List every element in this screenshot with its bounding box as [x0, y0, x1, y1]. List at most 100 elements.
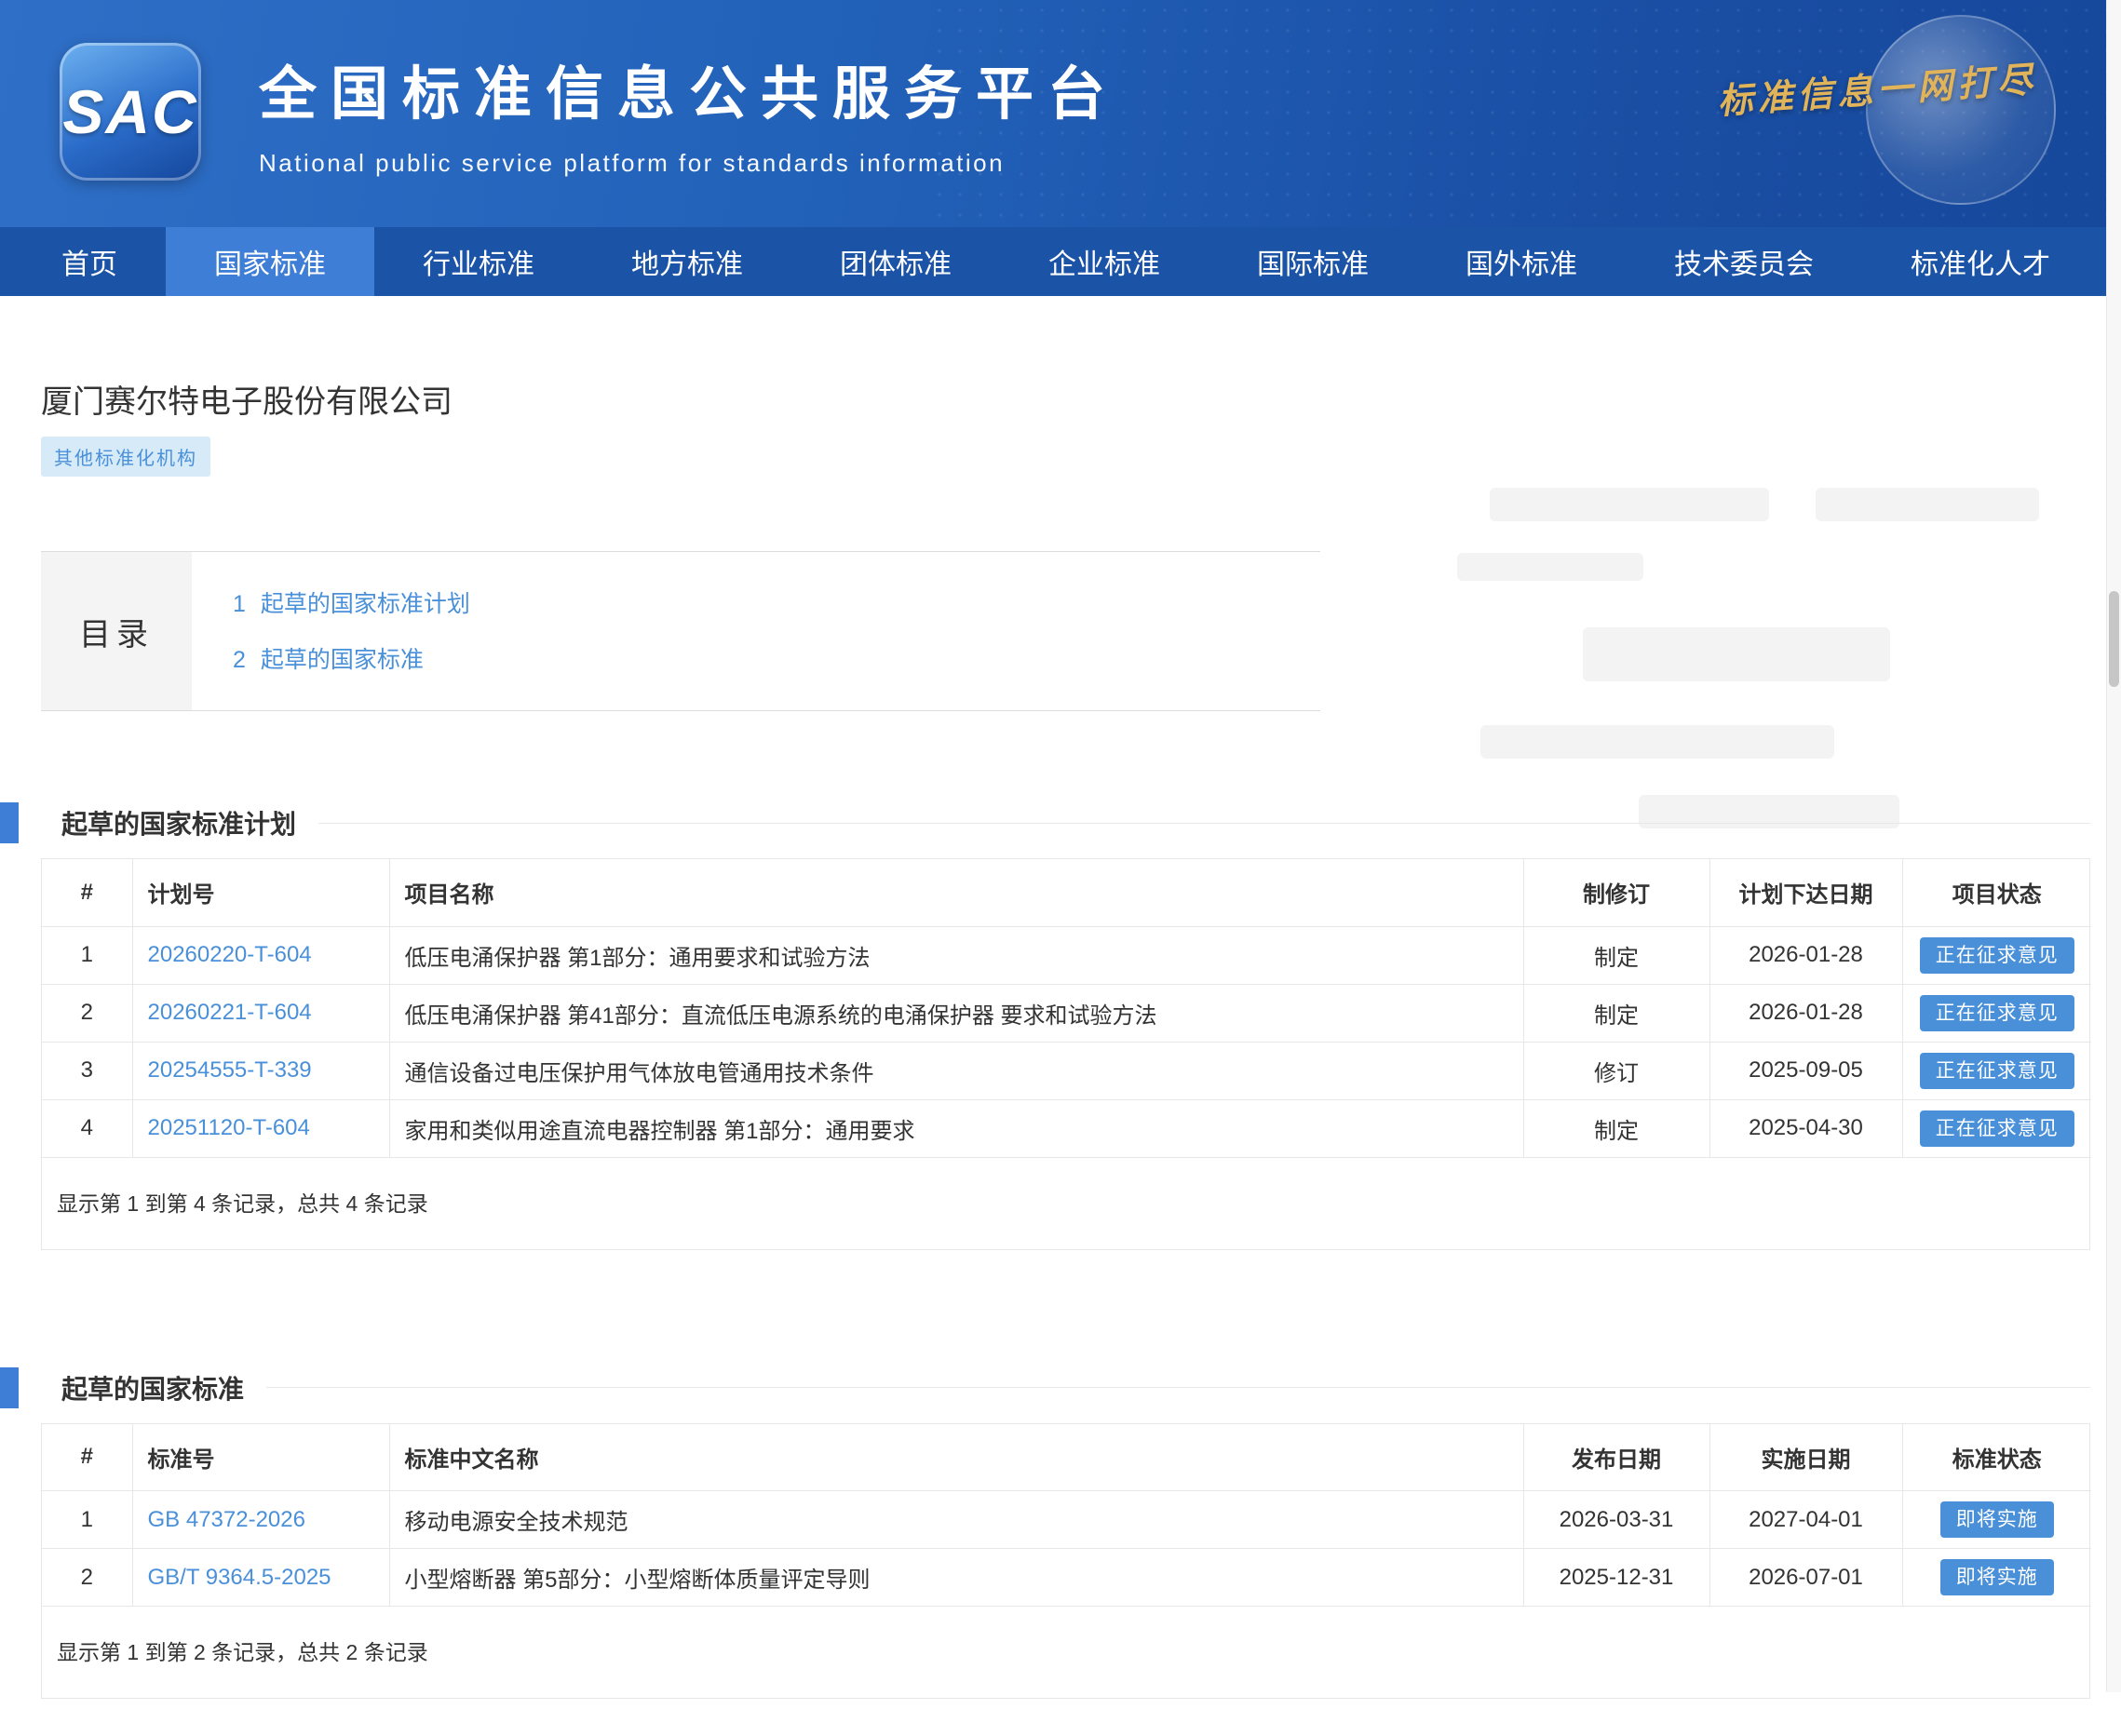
revision-type-cell: 制定 [1523, 1099, 1709, 1157]
toc-item-label: 起草的国家标准 [261, 647, 424, 673]
table-row: 2 20260221-T-604 低压电涌保护器 第41部分：直流低压电源系统的… [42, 984, 2091, 1042]
issue-date-cell: 2026-01-28 [1709, 984, 1902, 1042]
standard-no-cell: GB/T 9364.5-2025 [132, 1549, 389, 1607]
revision-type-cell: 制定 [1523, 984, 1709, 1042]
site-title: 全国标准信息公共服务平台 [259, 47, 1119, 130]
background-artifact [1816, 488, 2039, 521]
project-name-cell: 低压电涌保护器 第41部分：直流低压电源系统的电涌保护器 要求和试验方法 [389, 984, 1523, 1042]
revision-type-cell: 制定 [1523, 926, 1709, 984]
col-header-publish-date: 发布日期 [1523, 1424, 1709, 1491]
standard-name-cell: 小型熔断器 第5部分：小型熔断体质量评定导则 [389, 1549, 1523, 1607]
table-row: 3 20254555-T-339 通信设备过电压保护用气体放电管通用技术条件 修… [42, 1042, 2091, 1099]
status-badge[interactable]: 即将实施 [1940, 1501, 2054, 1538]
background-artifact [1480, 725, 1834, 759]
row-index: 4 [42, 1099, 132, 1157]
site-title-block: 全国标准信息公共服务平台 National public service pla… [259, 47, 1119, 178]
standard-number-link[interactable]: GB/T 9364.5-2025 [148, 1565, 331, 1590]
col-header-standard-no: 标准号 [132, 1424, 389, 1491]
status-cell: 即将实施 [1902, 1491, 2091, 1549]
toc-item-label: 起草的国家标准计划 [261, 591, 470, 617]
section-rule [266, 1387, 2090, 1388]
col-header-implement-date: 实施日期 [1709, 1424, 1902, 1491]
plan-number-link[interactable]: 20260221-T-604 [148, 1000, 312, 1025]
nav-item-home[interactable]: 首页 [13, 227, 166, 296]
nav-item-group-standards[interactable]: 团体标准 [791, 227, 1000, 296]
nav-item-national-standards[interactable]: 国家标准 [166, 227, 374, 296]
standard-table: # 标准号 标准中文名称 发布日期 实施日期 标准状态 1 GB 47372-2… [42, 1424, 2091, 1608]
main-nav: 首页 国家标准 行业标准 地方标准 团体标准 企业标准 国际标准 国外标准 技术… [0, 227, 2121, 296]
project-name-cell: 家用和类似用途直流电器控制器 第1部分：通用要求 [389, 1099, 1523, 1157]
nav-item-foreign-standards[interactable]: 国外标准 [1417, 227, 1626, 296]
toc-item-number: 1 [233, 591, 246, 617]
col-header-index: # [42, 1424, 132, 1491]
plan-no-cell: 20254555-T-339 [132, 1042, 389, 1099]
page-content: 厦门赛尔特电子股份有限公司 其他标准化机构 目录 1起草的国家标准计划 2起草的… [0, 376, 2121, 1736]
row-index: 1 [42, 1491, 132, 1549]
col-header-revision-type: 制修订 [1523, 859, 1709, 926]
toc-item-number: 2 [233, 647, 246, 673]
background-artifact [1490, 488, 1769, 521]
standard-number-link[interactable]: GB 47372-2026 [148, 1507, 305, 1532]
site-subtitle: National public service platform for sta… [259, 149, 1119, 178]
standard-no-cell: GB 47372-2026 [132, 1491, 389, 1549]
nav-item-technical-committees[interactable]: 技术委员会 [1626, 227, 1862, 296]
table-row: 1 20260220-T-604 低压电涌保护器 第1部分：通用要求和试验方法 … [42, 926, 2091, 984]
plan-no-cell: 20260221-T-604 [132, 984, 389, 1042]
nav-item-local-standards[interactable]: 地方标准 [583, 227, 791, 296]
col-header-standard-status: 标准状态 [1902, 1424, 2091, 1491]
nav-item-enterprise-standards[interactable]: 企业标准 [1000, 227, 1209, 296]
nav-item-industry-standards[interactable]: 行业标准 [374, 227, 583, 296]
plan-table: # 计划号 项目名称 制修订 计划下达日期 项目状态 1 20260220-T-… [42, 859, 2091, 1158]
table-header-row: # 计划号 项目名称 制修订 计划下达日期 项目状态 [42, 859, 2091, 926]
toc-title: 目录 [41, 552, 192, 710]
scrollbar[interactable] [2106, 0, 2121, 1692]
issue-date-cell: 2025-04-30 [1709, 1099, 1902, 1157]
table-row: 2 GB/T 9364.5-2025 小型熔断器 第5部分：小型熔断体质量评定导… [42, 1549, 2091, 1607]
sac-logo-text: SAC [62, 76, 197, 147]
toc-link-standard[interactable]: 2 起草的国家标准 [233, 641, 470, 675]
status-cell: 正在征求意见 [1902, 1042, 2091, 1099]
scrollbar-thumb[interactable] [2109, 591, 2119, 687]
section-marker [0, 802, 19, 843]
table-header-row: # 标准号 标准中文名称 发布日期 实施日期 标准状态 [42, 1424, 2091, 1491]
plan-section-title: 起草的国家标准计划 [61, 804, 296, 841]
standard-table-container: # 标准号 标准中文名称 发布日期 实施日期 标准状态 1 GB 47372-2… [41, 1423, 2090, 1700]
plan-no-cell: 20260220-T-604 [132, 926, 389, 984]
table-of-contents: 目录 1 起草的国家标准计划 2 起草的国家标准 [41, 551, 1320, 711]
nav-item-standardization-talent[interactable]: 标准化人才 [1862, 227, 2099, 296]
standard-name-cell: 移动电源安全技术规范 [389, 1491, 1523, 1549]
status-badge[interactable]: 正在征求意见 [1920, 995, 2074, 1031]
status-badge[interactable]: 正在征求意见 [1920, 1053, 2074, 1089]
table-row: 4 20251120-T-604 家用和类似用途直流电器控制器 第1部分：通用要… [42, 1099, 2091, 1157]
plan-number-link[interactable]: 20260220-T-604 [148, 942, 312, 967]
col-header-project-name: 项目名称 [389, 859, 1523, 926]
standard-section-title: 起草的国家标准 [61, 1369, 244, 1406]
row-index: 1 [42, 926, 132, 984]
status-badge[interactable]: 即将实施 [1940, 1559, 2054, 1595]
row-index: 2 [42, 984, 132, 1042]
plan-number-link[interactable]: 20254555-T-339 [148, 1057, 312, 1083]
standard-section-heading: 起草的国家标准 [0, 1367, 2090, 1408]
toc-links: 1 起草的国家标准计划 2 起草的国家标准 [192, 552, 470, 710]
section-rule [318, 823, 2090, 824]
status-badge[interactable]: 正在征求意见 [1920, 1110, 2074, 1147]
plan-table-container: # 计划号 项目名称 制修订 计划下达日期 项目状态 1 20260220-T-… [41, 858, 2090, 1250]
standard-table-record-count: 显示第 1 到第 2 条记录，总共 2 条记录 [42, 1607, 2089, 1698]
issue-date-cell: 2026-01-28 [1709, 926, 1902, 984]
col-header-index: # [42, 859, 132, 926]
issue-date-cell: 2025-09-05 [1709, 1042, 1902, 1099]
section-marker [0, 1367, 19, 1408]
sac-logo[interactable]: SAC [60, 43, 201, 181]
nav-item-international-standards[interactable]: 国际标准 [1209, 227, 1417, 296]
table-row: 1 GB 47372-2026 移动电源安全技术规范 2026-03-31 20… [42, 1491, 2091, 1549]
implement-date-cell: 2027-04-01 [1709, 1491, 1902, 1549]
plan-section-heading: 起草的国家标准计划 [0, 802, 2090, 843]
status-badge[interactable]: 正在征求意见 [1920, 937, 2074, 974]
toc-link-plan[interactable]: 1 起草的国家标准计划 [233, 585, 470, 619]
publish-date-cell: 2025-12-31 [1523, 1549, 1709, 1607]
status-cell: 正在征求意见 [1902, 1099, 2091, 1157]
background-artifact [1583, 627, 1890, 681]
plan-number-link[interactable]: 20251120-T-604 [148, 1115, 310, 1140]
col-header-plan-no: 计划号 [132, 859, 389, 926]
status-cell: 正在征求意见 [1902, 926, 2091, 984]
